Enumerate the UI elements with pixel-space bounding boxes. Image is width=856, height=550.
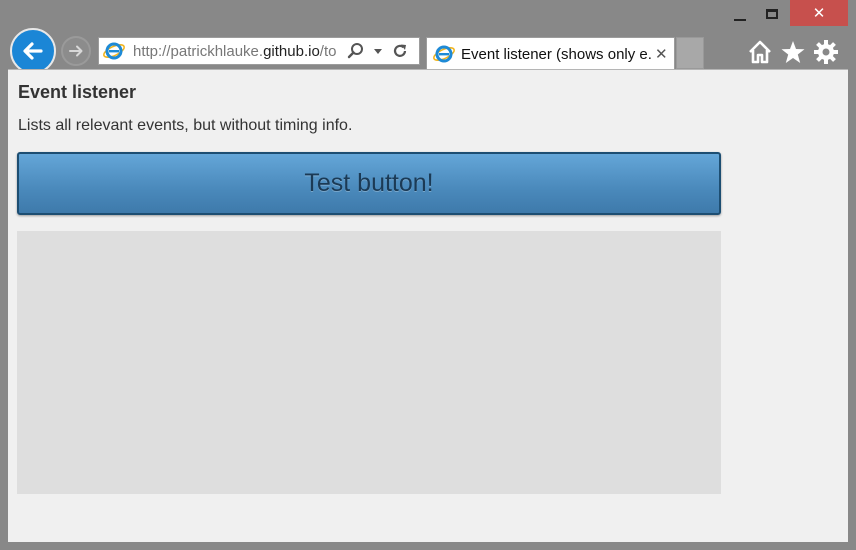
page-title: Event listener	[18, 82, 137, 102]
address-bar[interactable]: http://patrickhlauke.github.io/to	[98, 37, 420, 65]
search-icon	[347, 43, 363, 59]
back-button[interactable]	[10, 28, 56, 74]
tab-title: Event listener (shows only e...	[461, 45, 651, 63]
home-button[interactable]	[746, 38, 774, 66]
settings-button[interactable]	[812, 38, 840, 66]
ie-logo-icon	[103, 42, 125, 60]
maximize-button[interactable]	[758, 0, 786, 28]
close-window-button[interactable]: ✕	[790, 0, 848, 26]
minimize-icon	[734, 19, 746, 21]
ie-logo-icon	[433, 45, 455, 63]
page-description: Lists all relevant events, but without t…	[18, 117, 353, 134]
maximize-icon	[766, 9, 778, 19]
tab-event-listener[interactable]: Event listener (shows only e... ✕	[426, 37, 675, 70]
new-tab-button[interactable]	[676, 37, 704, 69]
favorites-button[interactable]	[779, 38, 807, 66]
forward-button[interactable]	[61, 36, 91, 66]
test-button[interactable]: Test button!	[17, 152, 721, 215]
arrow-right-icon	[69, 45, 83, 57]
browser-window: ✕ http://patrickhlauke.github.io/to Even…	[0, 0, 856, 550]
search-button[interactable]	[345, 38, 367, 64]
close-tab-icon[interactable]: ✕	[655, 45, 668, 63]
page-content: Event listener Lists all relevant events…	[8, 69, 848, 542]
home-icon	[749, 40, 771, 64]
event-log-area	[17, 231, 721, 494]
gear-icon	[814, 40, 838, 64]
address-dropdown-button[interactable]	[367, 38, 389, 64]
minimize-button[interactable]	[726, 0, 754, 28]
arrow-left-icon	[23, 42, 43, 60]
close-icon: ✕	[812, 4, 826, 22]
address-domain: github.io	[263, 42, 320, 60]
refresh-icon	[393, 44, 407, 57]
address-prefix: http://patrickhlauke.	[133, 42, 264, 60]
address-text[interactable]: http://patrickhlauke.github.io/to	[133, 43, 345, 60]
address-suffix: /to	[319, 42, 337, 60]
star-icon	[781, 41, 805, 63]
chevron-down-icon	[374, 49, 382, 54]
refresh-button[interactable]	[389, 38, 411, 64]
